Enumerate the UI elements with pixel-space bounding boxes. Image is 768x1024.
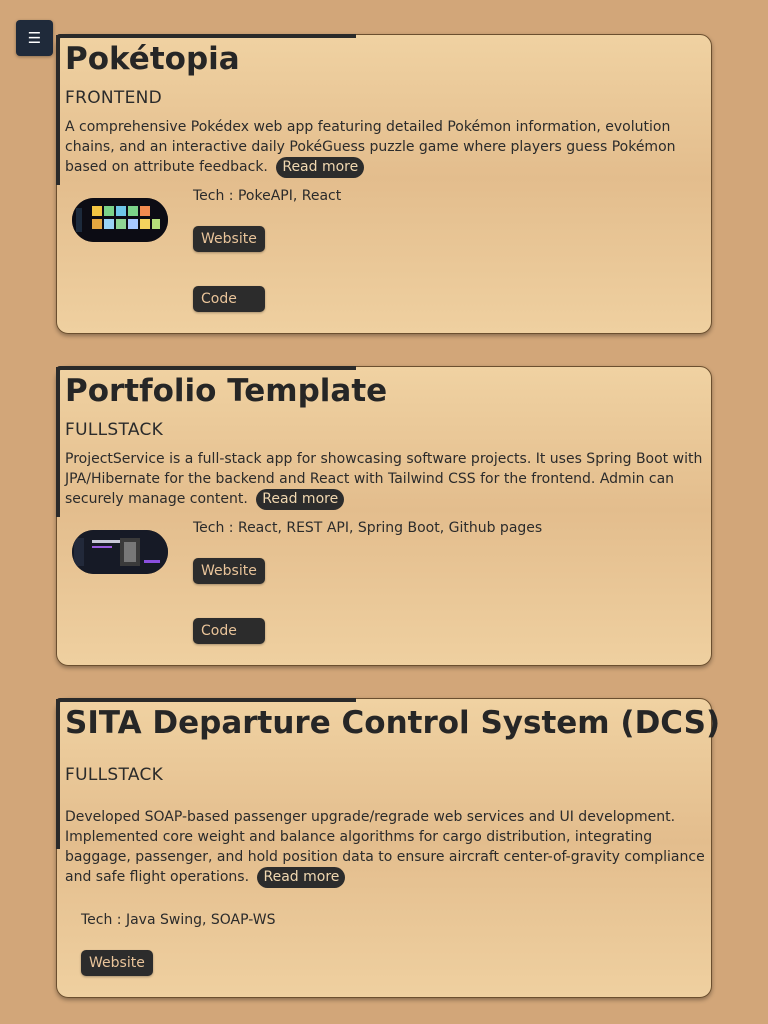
project-category: FULLSTACK [65,420,164,440]
project-card: SITA Departure Control System (DCS) FULL… [56,698,720,998]
description-text: Developed SOAP-based passenger upgrade/r… [65,809,705,885]
project-title: Portfolio Template [65,373,388,409]
project-description: A comprehensive Pokédex web app featurin… [65,117,705,178]
card-accent [56,35,60,185]
thumbnail-image [72,198,168,242]
code-button[interactable]: Code [193,286,265,312]
project-card: Pokétopia FRONTEND A comprehensive Pokéd… [56,34,712,334]
project-title: Pokétopia [65,41,240,77]
project-tech: Tech : Java Swing, SOAP-WS [81,912,276,928]
thumbnail-image [72,530,168,574]
menu-button[interactable]: ☰ [16,20,53,56]
project-category: FRONTEND [65,88,163,108]
read-more-button[interactable]: Read more [257,867,346,888]
card-accent [56,699,60,849]
description-text: ProjectService is a full-stack app for s… [65,451,703,507]
project-category: FULLSTACK [65,765,164,785]
project-title: SITA Departure Control System (DCS) [65,705,721,741]
project-thumbnail[interactable] [72,198,168,242]
read-more-button[interactable]: Read more [256,489,345,510]
website-button[interactable]: Website [81,950,153,976]
website-button[interactable]: Website [193,558,265,584]
project-tech: Tech : React, REST API, Spring Boot, Git… [193,520,543,536]
code-button[interactable]: Code [193,618,265,644]
project-description: Developed SOAP-based passenger upgrade/r… [65,807,705,888]
read-more-button[interactable]: Read more [276,157,365,178]
website-button[interactable]: Website [193,226,265,252]
project-thumbnail[interactable] [72,530,168,574]
project-description: ProjectService is a full-stack app for s… [65,449,705,510]
description-text: A comprehensive Pokédex web app featurin… [65,119,676,175]
project-tech: Tech : PokeAPI, React [193,188,342,204]
hamburger-icon: ☰ [27,29,42,47]
card-accent [56,367,60,517]
project-card: Portfolio Template FULLSTACK ProjectServ… [56,366,712,666]
